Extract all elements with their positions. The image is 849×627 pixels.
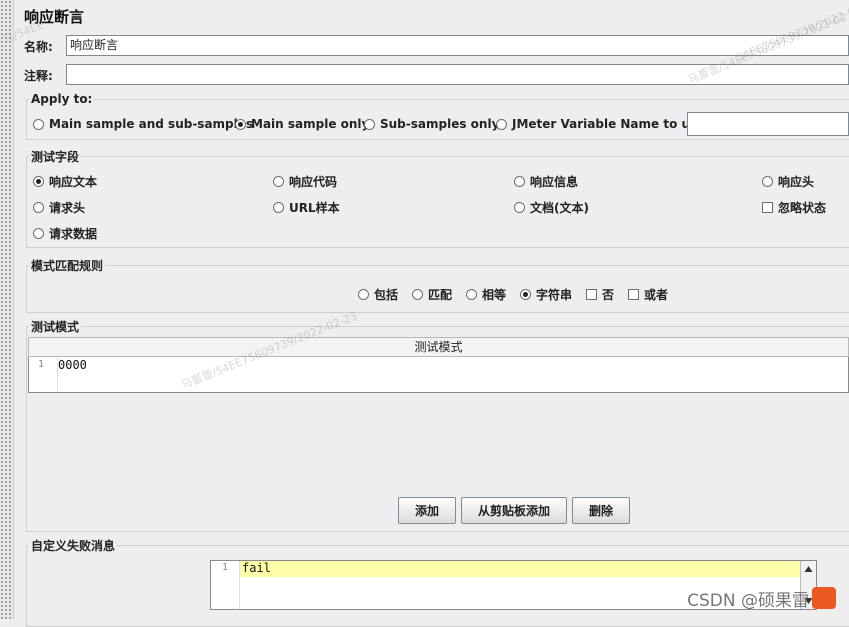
radio-indicator	[762, 176, 773, 187]
page-title: 响应断言	[24, 8, 85, 26]
radio-label: JMeter Variable Name to use	[512, 117, 706, 131]
radio-label: Sub-samples only	[380, 117, 500, 131]
add-button[interactable]: 添加	[398, 497, 456, 524]
apply-main-only-radio[interactable]: Main sample only	[235, 117, 369, 131]
radio-label: Main sample and sub-samples	[49, 117, 254, 131]
field-response-headers-radio[interactable]: 响应头	[762, 173, 814, 190]
radio-label: 响应头	[778, 175, 815, 189]
radio-label: 响应文本	[49, 175, 98, 189]
radio-indicator	[466, 289, 477, 300]
radio-label: 字符串	[536, 288, 573, 302]
add-from-clipboard-button[interactable]: 从剪贴板添加	[461, 497, 567, 524]
checkbox-indicator	[586, 289, 597, 300]
field-response-code-radio[interactable]: 响应代码	[273, 173, 337, 190]
checkbox-indicator	[628, 289, 639, 300]
csdn-watermark: CSDN @硕果雷	[687, 591, 809, 611]
radio-label: 响应信息	[530, 175, 579, 189]
name-label: 名称:	[24, 40, 53, 54]
field-to-test-group: 测试字段	[26, 148, 849, 248]
radio-indicator	[273, 202, 284, 213]
apply-main-and-sub-radio[interactable]: Main sample and sub-samples	[33, 117, 253, 131]
apply-to-legend: Apply to:	[31, 92, 93, 106]
radio-indicator	[235, 118, 246, 130]
radio-label: 响应代码	[289, 175, 338, 189]
checkbox-label: 否	[602, 288, 615, 302]
scroll-up-arrow-icon[interactable]	[801, 562, 816, 576]
apply-jmeter-variable-radio[interactable]: JMeter Variable Name to use	[496, 117, 705, 131]
pattern-matching-legend: 模式匹配规则	[31, 259, 104, 273]
current-line-highlight	[240, 561, 800, 577]
checkbox-indicator	[762, 202, 773, 213]
radio-indicator	[412, 289, 423, 300]
or-checkbox[interactable]: 或者	[628, 286, 668, 303]
panel-resize-handle[interactable]	[0, 0, 14, 619]
radio-label: 请求头	[49, 201, 86, 215]
csdn-logo-icon	[812, 587, 836, 609]
match-equals-radio[interactable]: 相等	[466, 286, 506, 303]
delete-button[interactable]: 删除	[572, 497, 630, 524]
comment-input[interactable]	[66, 64, 849, 85]
pattern-row-text[interactable]: 0000	[58, 358, 87, 372]
line-number: 1	[38, 359, 45, 370]
field-response-text-radio[interactable]: 响应文本	[33, 173, 97, 190]
not-checkbox[interactable]: 否	[586, 286, 614, 303]
field-request-headers-radio[interactable]: 请求头	[33, 199, 85, 216]
radio-indicator	[358, 289, 369, 300]
radio-label: 请求数据	[49, 227, 98, 241]
radio-label: 文档(文本)	[530, 201, 589, 215]
field-url-sample-radio[interactable]: URL样本	[273, 199, 340, 216]
radio-indicator	[33, 118, 44, 130]
failure-message-text[interactable]: fail	[242, 561, 271, 575]
radio-indicator	[33, 176, 44, 187]
patterns-column-header: 测试模式	[28, 337, 849, 357]
radio-indicator	[496, 118, 507, 130]
match-contains-radio[interactable]: 包括	[358, 286, 398, 303]
radio-indicator	[520, 289, 531, 300]
radio-label: Main sample only	[251, 117, 370, 131]
name-input[interactable]: 响应断言	[66, 35, 849, 56]
failure-message-legend: 自定义失败消息	[31, 539, 116, 553]
radio-label: 匹配	[428, 288, 453, 302]
radio-indicator	[514, 176, 525, 187]
apply-sub-only-radio[interactable]: Sub-samples only	[364, 117, 499, 131]
radio-indicator	[364, 118, 375, 130]
pattern-matching-group: 模式匹配规则	[26, 257, 849, 313]
radio-label: 相等	[482, 288, 507, 302]
radio-indicator	[33, 202, 44, 213]
radio-indicator	[273, 176, 284, 187]
radio-label: URL样本	[289, 201, 340, 215]
checkbox-label: 忽略状态	[778, 201, 827, 215]
radio-label: 包括	[374, 288, 399, 302]
field-response-message-radio[interactable]: 响应信息	[514, 173, 578, 190]
match-substring-radio[interactable]: 字符串	[520, 286, 572, 303]
radio-indicator	[514, 202, 525, 213]
field-document-text-radio[interactable]: 文档(文本)	[514, 199, 589, 216]
patterns-legend: 测试模式	[31, 320, 80, 334]
line-number: 1	[222, 562, 229, 573]
checkbox-label: 或者	[644, 288, 669, 302]
patterns-table[interactable]: 1 0000	[28, 357, 849, 393]
radio-indicator	[33, 228, 44, 239]
field-request-data-radio[interactable]: 请求数据	[33, 225, 97, 242]
jmeter-variable-input[interactable]	[687, 112, 849, 136]
field-to-test-legend: 测试字段	[31, 150, 80, 164]
match-matches-radio[interactable]: 匹配	[412, 286, 452, 303]
comment-label: 注释:	[24, 69, 53, 83]
ignore-status-checkbox[interactable]: 忽略状态	[762, 199, 826, 216]
